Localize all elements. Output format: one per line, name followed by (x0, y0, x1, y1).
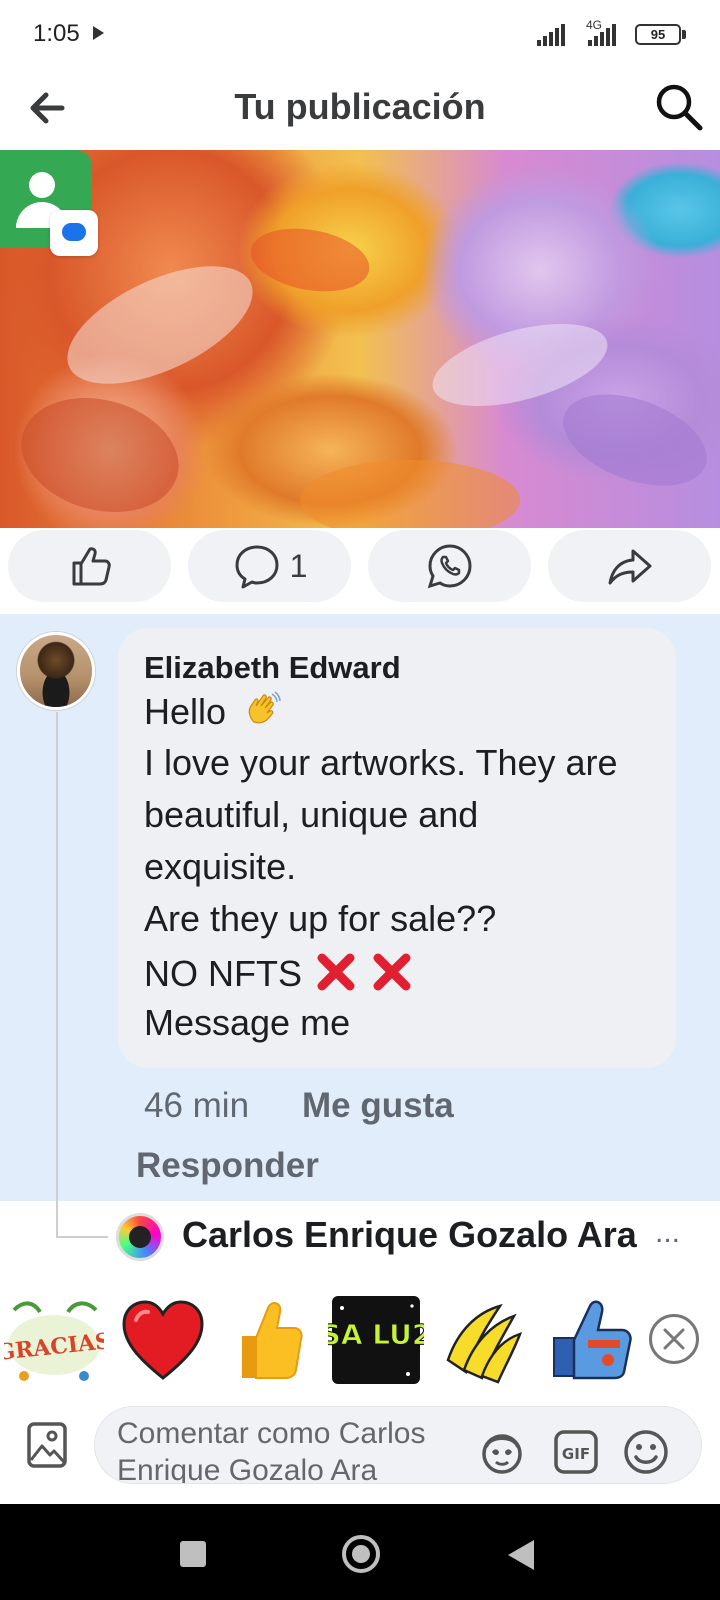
comment-line-2: I love your artworks. They are (144, 742, 618, 783)
comment-input-placeholder: Comentar como Carlos Enrique Gozalo Ara (117, 1417, 426, 1484)
home-button[interactable] (342, 1535, 380, 1573)
battery-level: 95 (639, 28, 677, 41)
recent-apps-button[interactable] (180, 1541, 206, 1567)
comment-timestamp: 46 min (144, 1086, 250, 1125)
share-icon (608, 549, 651, 585)
waving-hand-icon (248, 691, 281, 724)
bananas-sticker[interactable] (438, 1290, 524, 1390)
saludos-sticker[interactable]: SA LU2 (320, 1290, 432, 1390)
whatsapp-icon (427, 544, 472, 589)
reply-author-name: Carlos Enrique Gozalo Ara (182, 1214, 637, 1255)
gracias-sticker-art: GRACIAS (0, 1301, 112, 1381)
search-button[interactable] (650, 78, 708, 136)
reply-avatar (116, 1213, 164, 1261)
heart-sticker[interactable] (118, 1290, 208, 1390)
cross-mark-icon (317, 953, 355, 991)
saludos-sticker-art: SA LU2 (320, 1296, 432, 1384)
sticker-suggestions: GRACIAS SA LU2 (0, 1286, 720, 1394)
comment-reply-button[interactable]: Responder (136, 1146, 319, 1186)
signal-strength-icon-2 (588, 22, 620, 46)
emoji-button[interactable] (621, 1427, 671, 1477)
comment-line-7: Message me (144, 1002, 351, 1043)
battery-icon: 95 (635, 24, 681, 45)
avatar-sticker-button[interactable] (477, 1427, 527, 1477)
status-bar: 1:05 4G 95 (0, 0, 720, 70)
thumbs-up-emoji-icon (242, 1302, 303, 1379)
comment-input[interactable]: Comentar como Carlos Enrique Gozalo Ara … (94, 1406, 702, 1484)
app-header: Tu publicación (0, 70, 720, 150)
comment-line-5: Are they up for sale?? (144, 898, 497, 939)
share-button[interactable] (548, 530, 711, 602)
avatar-sticker-icon (482, 1434, 522, 1474)
gif-icon: GIF (554, 1430, 598, 1474)
contacts-messages-icon[interactable] (0, 150, 98, 256)
thumbs-up-icon (72, 547, 111, 586)
reply-more-indicator: ... (655, 1216, 681, 1249)
gracias-sticker[interactable]: GRACIAS (0, 1290, 112, 1390)
saludos-text: SA LU2 (328, 1318, 424, 1351)
robot-thumbs-up-icon (553, 1300, 632, 1380)
search-icon (656, 84, 703, 131)
whatsapp-share-button[interactable] (368, 530, 531, 602)
thread-line (56, 712, 58, 1238)
cross-mark-icon (373, 953, 411, 991)
post-action-bar: 1 (0, 528, 720, 614)
signal-strength-icon (537, 22, 569, 46)
comment-composer: Comentar como Carlos Enrique Gozalo Ara … (0, 1394, 720, 1502)
close-stickers-button[interactable] (649, 1314, 699, 1364)
heart-icon (122, 1300, 204, 1380)
photo-icon (27, 1422, 67, 1468)
status-time: 1:05 (33, 20, 80, 47)
page-title: Tu publicación (234, 86, 486, 127)
comment-button[interactable]: 1 (188, 530, 351, 602)
system-back-button[interactable] (508, 1540, 534, 1570)
comment-text-hello: Hello (144, 691, 227, 732)
media-play-icon (93, 26, 104, 40)
comment-line-4: exquisite. (144, 846, 297, 887)
comment-author[interactable]: Elizabeth Edward (144, 650, 401, 686)
smiley-icon (624, 1430, 668, 1474)
comment-like-button[interactable]: Me gusta (302, 1086, 454, 1126)
thread-connector (56, 1236, 108, 1238)
comment-text-nfts: NO NFTS (144, 953, 302, 994)
add-photo-button[interactable] (26, 1420, 68, 1470)
thumbs-up-sticker[interactable] (228, 1290, 308, 1390)
battery-tip (682, 30, 686, 39)
system-nav-bar (0, 1504, 720, 1600)
comment-icon (235, 545, 279, 589)
comment-count: 1 (289, 547, 308, 584)
robot-thumbs-up-sticker[interactable] (548, 1290, 638, 1390)
comment-line-3: beautiful, unique and (144, 794, 479, 835)
post-image[interactable] (0, 150, 720, 528)
bananas-icon (446, 1303, 523, 1384)
avatar[interactable] (17, 632, 95, 710)
comment-line-6: NO NFTS (144, 950, 414, 995)
comment-line-1: Hello (144, 690, 282, 733)
gif-button[interactable]: GIF (551, 1427, 601, 1477)
close-icon (663, 1328, 685, 1350)
like-button[interactable] (8, 530, 171, 602)
gif-label: GIF (562, 1445, 590, 1463)
